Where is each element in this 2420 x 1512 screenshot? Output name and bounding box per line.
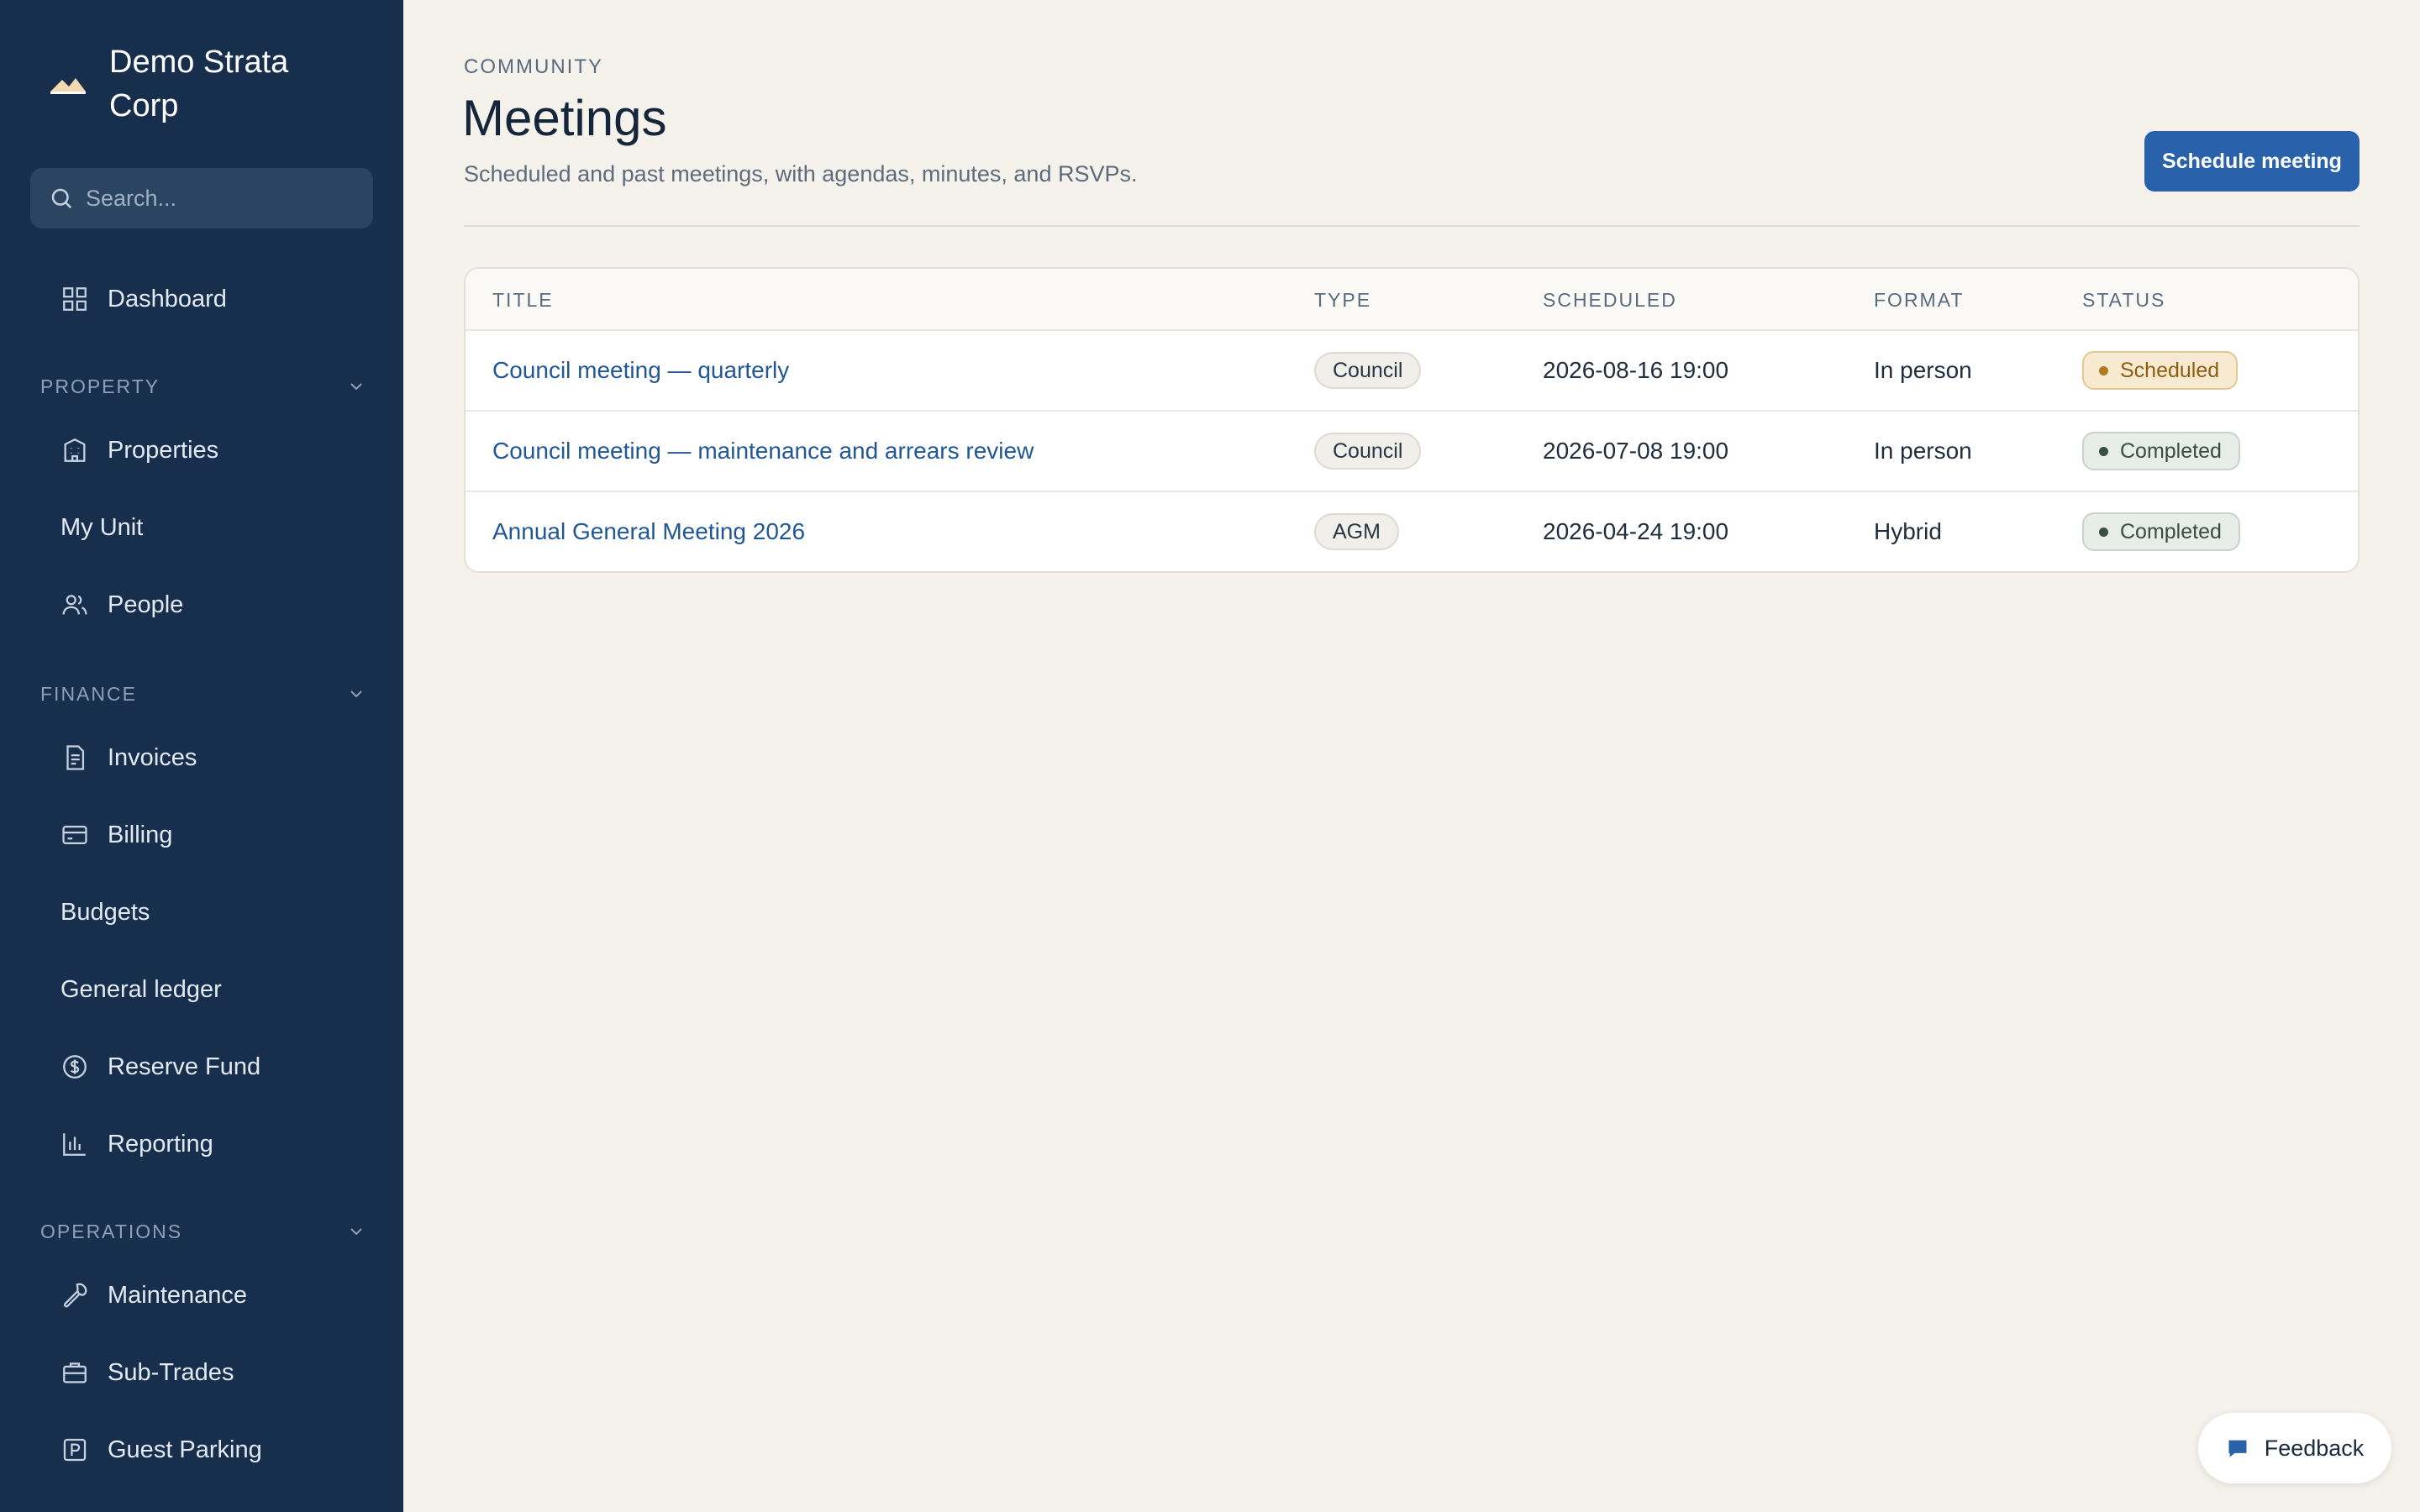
meeting-title-link[interactable]: Council meeting — maintenance and arrear… bbox=[492, 412, 1034, 491]
schedule-meeting-button[interactable]: Schedule meeting bbox=[2144, 131, 2360, 192]
sidebar-item-label: Invoices bbox=[108, 743, 197, 771]
parking-icon bbox=[60, 1436, 89, 1464]
bar-chart-icon bbox=[60, 1130, 89, 1158]
status-label: Completed bbox=[2120, 519, 2222, 543]
type-badge: AGM bbox=[1314, 513, 1399, 550]
sidebar-item-general-ledger[interactable]: General ledger bbox=[30, 959, 373, 1020]
page-title: Meetings bbox=[462, 90, 667, 146]
sidebar: Demo Strata Corp Dashboard PROPERTY bbox=[0, 0, 403, 1512]
feedback-button[interactable]: Feedback bbox=[2198, 1413, 2391, 1483]
section-label: OPERATIONS bbox=[40, 1220, 183, 1242]
chat-bubble-icon bbox=[2228, 1440, 2247, 1457]
sidebar-item-label: Maintenance bbox=[108, 1281, 248, 1309]
building-icon bbox=[60, 436, 89, 465]
status-dot-icon bbox=[2099, 446, 2108, 456]
sidebar-item-budgets[interactable]: Budgets bbox=[30, 882, 373, 942]
sidebar-item-people[interactable]: People bbox=[30, 575, 373, 635]
page-subtitle: Scheduled and past meetings, with agenda… bbox=[464, 161, 1138, 186]
type-badge: Council bbox=[1314, 352, 1422, 389]
scheduled-cell: 2026-07-08 19:00 bbox=[1543, 438, 1729, 464]
sidebar-item-dashboard[interactable]: Dashboard bbox=[30, 269, 373, 329]
scheduled-cell: 2026-04-24 19:00 bbox=[1543, 518, 1729, 544]
status-badge: Scheduled bbox=[2082, 351, 2238, 390]
section-operations[interactable]: OPERATIONS bbox=[40, 1215, 366, 1248]
sidebar-item-label: Sub-Trades bbox=[108, 1358, 234, 1386]
type-cell: Council bbox=[1314, 331, 1422, 410]
meetings-table: TITLE TYPE SCHEDULED FORMAT STATUS Counc… bbox=[464, 267, 2360, 573]
brand-name: Demo Strata Corp bbox=[109, 45, 289, 123]
sidebar-item-invoices[interactable]: Invoices bbox=[30, 727, 373, 788]
brand[interactable]: Demo Strata Corp bbox=[49, 40, 328, 128]
format-cell: In person bbox=[1874, 438, 1972, 464]
status-cell: Completed bbox=[2082, 412, 2240, 491]
search-box[interactable] bbox=[30, 168, 373, 228]
app: Demo Strata Corp Dashboard PROPERTY bbox=[0, 0, 2420, 1512]
column-header-title[interactable]: TITLE bbox=[492, 289, 554, 312]
chevron-down-icon bbox=[350, 1228, 362, 1236]
status-label: Completed bbox=[2120, 438, 2222, 463]
credit-card-icon bbox=[60, 821, 89, 849]
people-icon bbox=[60, 591, 89, 619]
status-badge: Completed bbox=[2082, 512, 2240, 551]
sidebar-item-label: Reserve Fund bbox=[108, 1053, 261, 1080]
sidebar-item-properties[interactable]: Properties bbox=[30, 420, 373, 480]
briefcase-icon bbox=[60, 1358, 89, 1387]
sidebar-item-maintenance[interactable]: Maintenance bbox=[30, 1265, 373, 1326]
search-input[interactable] bbox=[86, 185, 355, 212]
wrench-icon bbox=[60, 1281, 89, 1310]
sidebar-item-label: People bbox=[108, 591, 184, 618]
section-label: FINANCE bbox=[40, 682, 137, 705]
format-cell: In person bbox=[1874, 357, 1972, 383]
scheduled-cell: 2026-08-16 19:00 bbox=[1543, 357, 1729, 383]
status-cell: Completed bbox=[2082, 492, 2240, 571]
sidebar-item-label: Guest Parking bbox=[108, 1436, 262, 1463]
sidebar-item-label: Budgets bbox=[60, 898, 150, 926]
status-badge: Completed bbox=[2082, 432, 2240, 470]
sidebar-item-label: Properties bbox=[108, 436, 219, 464]
receipt-icon bbox=[60, 743, 89, 772]
sidebar-item-billing[interactable]: Billing bbox=[30, 805, 373, 865]
sidebar-item-label: My Unit bbox=[60, 513, 144, 541]
mountain-logo-icon bbox=[50, 78, 86, 94]
status-cell: Scheduled bbox=[2082, 331, 2238, 410]
sidebar-item-sub-trades[interactable]: Sub-Trades bbox=[30, 1342, 373, 1403]
table-header: TITLE TYPE SCHEDULED FORMAT STATUS bbox=[466, 269, 2358, 331]
search-icon bbox=[51, 188, 72, 209]
divider bbox=[464, 225, 2360, 227]
column-header-format[interactable]: FORMAT bbox=[1874, 289, 1964, 312]
column-header-scheduled[interactable]: SCHEDULED bbox=[1543, 289, 1677, 312]
sidebar-item-reporting[interactable]: Reporting bbox=[30, 1114, 373, 1174]
format-cell: Hybrid bbox=[1874, 518, 1942, 544]
status-dot-icon bbox=[2099, 365, 2108, 375]
type-badge: Council bbox=[1314, 433, 1422, 470]
feedback-label: Feedback bbox=[2264, 1435, 2365, 1461]
sidebar-item-my-unit[interactable]: My Unit bbox=[30, 497, 373, 558]
sidebar-item-reserve-fund[interactable]: Reserve Fund bbox=[30, 1037, 373, 1097]
chevron-down-icon bbox=[350, 690, 362, 698]
section-label: PROPERTY bbox=[40, 375, 160, 397]
table-row[interactable]: Council meeting — quarterly Council 2026… bbox=[466, 331, 2358, 412]
chevron-down-icon bbox=[350, 383, 362, 391]
sidebar-item-guest-parking[interactable]: Guest Parking bbox=[30, 1420, 373, 1480]
table-row[interactable]: Council meeting — maintenance and arrear… bbox=[466, 412, 2358, 492]
sidebar-item-label: Dashboard bbox=[108, 285, 227, 312]
sidebar-item-label: Billing bbox=[108, 821, 173, 848]
type-cell: Council bbox=[1314, 412, 1422, 491]
status-dot-icon bbox=[2099, 527, 2108, 537]
sidebar-item-label: Reporting bbox=[108, 1130, 213, 1158]
meeting-title-link[interactable]: Council meeting — quarterly bbox=[492, 331, 789, 410]
table-row[interactable]: Annual General Meeting 2026 AGM 2026-04-… bbox=[466, 492, 2358, 571]
status-label: Scheduled bbox=[2120, 358, 2220, 382]
column-header-status[interactable]: STATUS bbox=[2082, 289, 2165, 312]
sidebar-item-label: General ledger bbox=[60, 975, 222, 1003]
meeting-title-link[interactable]: Annual General Meeting 2026 bbox=[492, 492, 805, 571]
column-header-type[interactable]: TYPE bbox=[1314, 289, 1371, 312]
grid-icon bbox=[60, 285, 89, 313]
section-finance[interactable]: FINANCE bbox=[40, 677, 366, 711]
coin-icon bbox=[60, 1053, 89, 1081]
section-property[interactable]: PROPERTY bbox=[40, 370, 366, 403]
breadcrumb: COMMUNITY bbox=[464, 55, 603, 78]
type-cell: AGM bbox=[1314, 492, 1399, 571]
